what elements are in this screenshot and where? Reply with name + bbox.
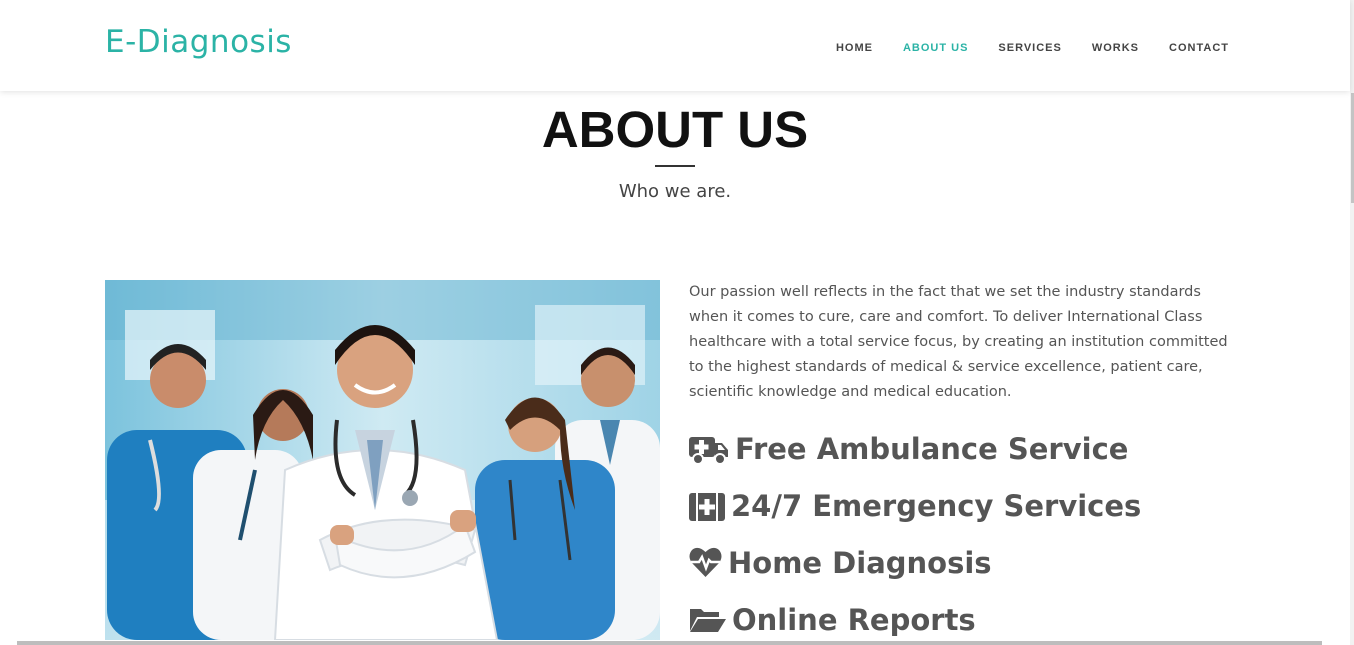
section-subtitle: Who we are. (618, 181, 732, 202)
nav-item-home: HOME (836, 38, 873, 56)
heartbeat-icon (689, 546, 722, 580)
ambulance-icon (689, 432, 729, 466)
medical-team-photo (105, 280, 660, 640)
feature-item-online-reports: Online Reports (689, 591, 1289, 645)
nav-item-contact: CONTACT (1169, 38, 1229, 56)
page: E-Diagnosis HOME ABOUT US SERVICES WORKS… (0, 0, 1354, 645)
nav-item-services: SERVICES (998, 38, 1061, 56)
main-nav: HOME ABOUT US SERVICES WORKS CONTACT (806, 38, 1229, 56)
about-paragraph: Our passion well reflects in the fact th… (689, 284, 1228, 400)
feature-label: 24/7 Emergency Services (731, 488, 1142, 523)
folder-open-icon (689, 603, 726, 637)
medkit-icon (689, 489, 725, 523)
feature-list: Free Ambulance Service 24/7 Emergency Se… (689, 420, 1289, 645)
feature-item-emergency: 24/7 Emergency Services (689, 477, 1289, 534)
title-divider (655, 165, 695, 167)
nav-link-works[interactable]: WORKS (1092, 42, 1139, 54)
feature-item-ambulance: Free Ambulance Service (689, 420, 1289, 477)
nav-link-services[interactable]: SERVICES (998, 42, 1061, 54)
horizontal-scrollbar[interactable] (17, 641, 1322, 645)
nav-link-about-us[interactable]: ABOUT US (903, 42, 968, 54)
feature-item-home-diagnosis: Home Diagnosis (689, 534, 1289, 591)
nav-item-works: WORKS (1092, 38, 1139, 56)
nav-link-contact[interactable]: CONTACT (1169, 42, 1229, 54)
feature-label: Home Diagnosis (728, 545, 992, 580)
feature-label: Online Reports (732, 602, 976, 637)
section-title: ABOUT US (541, 101, 809, 158)
nav-item-about-us: ABOUT US (903, 38, 968, 56)
page-scrollbar[interactable] (1350, 0, 1354, 645)
brand-logo-link[interactable]: E-Diagnosis (105, 24, 292, 60)
medical-team-illustration (105, 280, 660, 640)
navbar: E-Diagnosis HOME ABOUT US SERVICES WORKS… (0, 0, 1350, 91)
nav-link-home[interactable]: HOME (836, 42, 873, 54)
feature-label: Free Ambulance Service (735, 431, 1129, 466)
